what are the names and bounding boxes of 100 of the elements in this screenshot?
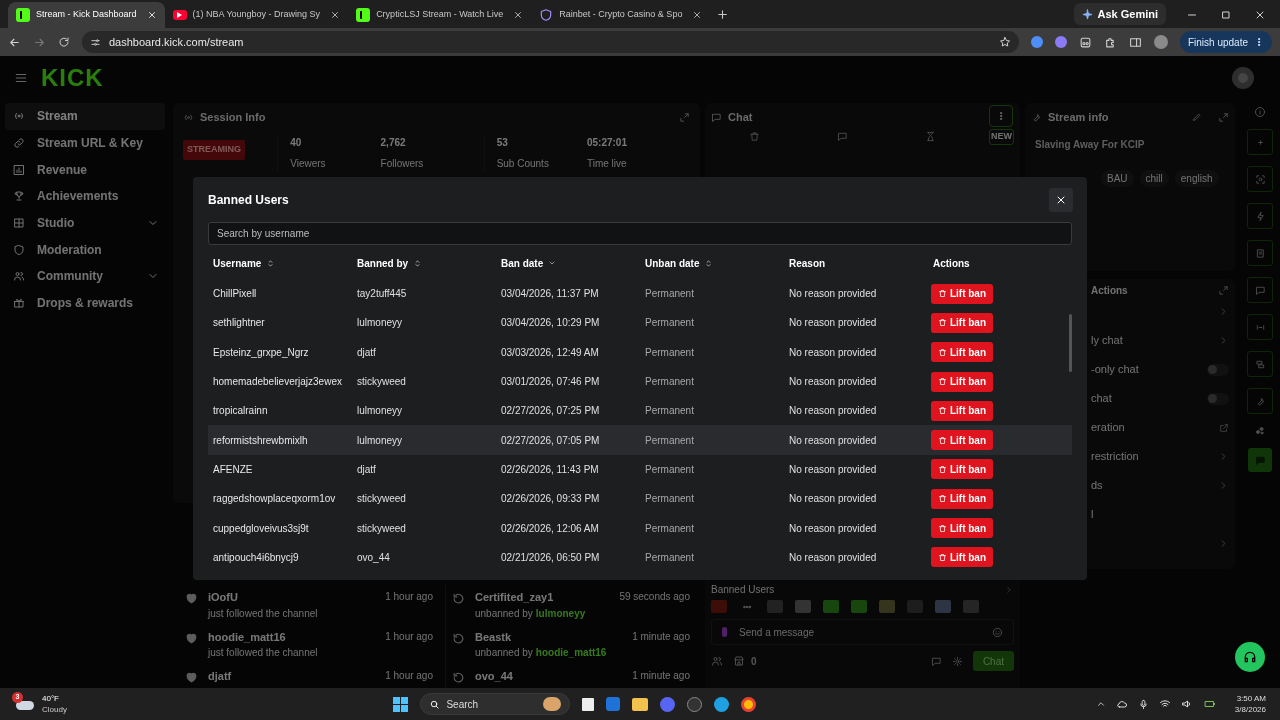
lift-ban-button[interactable]: Lift ban: [931, 430, 993, 451]
task-view-icon[interactable]: [582, 697, 595, 711]
tag-chip[interactable]: chill: [1139, 170, 1169, 187]
table-row[interactable]: ChillPixell tay2tuff445 03/04/2026, 11:37 PM Permanent No reason provided Lift ban: [208, 279, 1072, 309]
table-row[interactable]: cuppedgloveivus3sj9t stickyweed 02/26/2026, 12:06 AM Permanent No reason provided Lift ban: [208, 513, 1072, 543]
coins-icon[interactable]: [1254, 425, 1266, 437]
popout-icon[interactable]: [1218, 111, 1229, 123]
external-link-icon[interactable]: [1219, 422, 1229, 433]
emoji-icon[interactable]: [992, 626, 1003, 638]
close-icon[interactable]: [513, 10, 524, 20]
sidebar-item[interactable]: Drops & rewards: [5, 289, 165, 317]
table-row[interactable]: sethlightner lulmoneyy 03/04/2026, 10:29 PM Permanent No reason provided Lift ban: [208, 308, 1072, 338]
action-label[interactable]: l: [1091, 506, 1094, 523]
speaker-icon[interactable]: [1180, 698, 1193, 710]
close-icon[interactable]: [330, 10, 341, 20]
unbanned-user[interactable]: ovo_44: [475, 668, 513, 685]
rail-button[interactable]: [1247, 240, 1273, 266]
rail-button[interactable]: [1247, 351, 1273, 377]
store-app-icon[interactable]: [606, 697, 621, 711]
column-header[interactable]: Banned by: [352, 255, 496, 271]
help-button[interactable]: [1235, 642, 1265, 672]
column-header[interactable]: Unban date: [640, 255, 784, 271]
hourglass-icon[interactable]: [924, 130, 936, 142]
close-button[interactable]: [1049, 188, 1073, 212]
rail-button[interactable]: [1247, 388, 1273, 414]
sidebar-item[interactable]: Stream URL & Key: [5, 129, 165, 157]
windows-start-icon[interactable]: [393, 696, 409, 712]
column-header[interactable]: Username: [208, 255, 352, 271]
lift-ban-button[interactable]: Lift ban: [931, 283, 993, 304]
app-icon[interactable]: [687, 696, 703, 712]
chevron-right-icon[interactable]: [1004, 585, 1014, 595]
browser-app-icon[interactable]: [714, 696, 730, 712]
maximize-icon[interactable]: [1220, 9, 1232, 21]
puzzle-icon[interactable]: [1103, 35, 1117, 49]
emote-icon[interactable]: [851, 600, 867, 613]
trash-icon[interactable]: [749, 130, 761, 142]
lift-ban-button[interactable]: Lift ban: [931, 547, 993, 568]
table-row[interactable]: Epsteinz_grxpe_Ngrz djatf 03/03/2026, 12:49 AM Permanent No reason provided Lift ban: [208, 337, 1072, 367]
action-label[interactable]: restriction: [1091, 448, 1139, 465]
chat-app-icon[interactable]: [660, 696, 676, 712]
search-field[interactable]: Search by username: [208, 222, 1072, 245]
toggle-switch[interactable]: [1207, 363, 1229, 376]
action-label[interactable]: chat: [1091, 390, 1112, 407]
new-tab-icon[interactable]: [716, 8, 730, 21]
follower-name[interactable]: hoodie_matt16: [208, 628, 286, 645]
rail-button[interactable]: [1247, 129, 1273, 155]
table-row[interactable]: reformistshrewbmixlh lulmoneyy 02/27/2026, 07:05 PM Permanent No reason provided Lift ban: [208, 425, 1072, 455]
store-icon[interactable]: [733, 655, 745, 667]
lift-ban-button[interactable]: Lift ban: [931, 459, 993, 480]
table-row[interactable]: AFENZE djatf 02/26/2026, 11:43 PM Permanent No reason provided Lift ban: [208, 454, 1072, 485]
chat-icon[interactable]: [837, 130, 848, 142]
moderator-link[interactable]: hoodie_matt16: [535, 645, 607, 660]
bookmark-star-icon[interactable]: [998, 36, 1011, 48]
follower-name[interactable]: djatf: [208, 668, 232, 685]
browser-tab[interactable]: Rainbet - Crypto Casino & Spo: [531, 2, 711, 28]
lift-ban-button[interactable]: Lift ban: [931, 312, 993, 333]
tag-chip[interactable]: BAU: [1101, 170, 1134, 187]
rail-button[interactable]: [1247, 166, 1273, 192]
extension-icon[interactable]: [1078, 35, 1092, 49]
cloud-icon[interactable]: [1115, 698, 1128, 710]
column-header[interactable]: Ban date: [496, 255, 640, 271]
sidebar-item[interactable]: Studio: [5, 209, 165, 237]
user-avatar[interactable]: [1232, 67, 1254, 89]
kick-logo[interactable]: KICK: [41, 66, 104, 90]
sidebar-item[interactable]: Moderation: [5, 236, 165, 264]
ask-gemini-button[interactable]: Ask Gemini: [1074, 3, 1166, 25]
profile-avatar[interactable]: [1153, 35, 1168, 49]
rail-button[interactable]: [1248, 448, 1272, 472]
rail-button[interactable]: [1247, 203, 1273, 229]
lift-ban-button[interactable]: Lift ban: [931, 371, 993, 392]
table-row[interactable]: tropicalrainn lulmoneyy 02/27/2026, 07:25 PM Permanent No reason provided Lift ban: [208, 396, 1072, 426]
lift-ban-button[interactable]: Lift ban: [931, 342, 993, 363]
sidebar-item[interactable]: Achievements: [5, 183, 165, 210]
lift-ban-button[interactable]: Lift ban: [931, 518, 993, 538]
extension-icon[interactable]: [1030, 36, 1043, 48]
info-icon[interactable]: [1254, 106, 1266, 118]
message-field[interactable]: Send a message: [711, 619, 1014, 645]
menu-icon[interactable]: [14, 71, 28, 85]
sidebar-item[interactable]: Revenue: [5, 156, 165, 184]
popout-icon[interactable]: [679, 111, 690, 123]
browser-app-icon[interactable]: [741, 696, 757, 712]
sidebar-item[interactable]: Stream: [5, 103, 165, 130]
table-row[interactable]: homemadebelieverjajz3ewex stickyweed 03/01/2026, 07:46 PM Permanent No reason provided Lift ban: [208, 366, 1072, 397]
rail-button[interactable]: [1247, 277, 1273, 303]
wifi-icon[interactable]: [1158, 698, 1171, 710]
scrollbar[interactable]: [1069, 314, 1072, 372]
taskbar-search[interactable]: Search: [420, 693, 571, 715]
action-label[interactable]: -only chat: [1091, 361, 1139, 378]
unbanned-user[interactable]: Beastk: [475, 628, 512, 645]
moderator-link[interactable]: lulmoneyy: [535, 605, 586, 621]
sidebar-icon[interactable]: [1128, 35, 1142, 49]
extension-icon[interactable]: [1054, 36, 1067, 48]
table-row[interactable]: raggedshowplaceqxorm1ov stickyweed 02/26/2026, 09:33 PM Permanent No reason provided Lift ban: [208, 484, 1072, 514]
emote-icon[interactable]: [935, 600, 951, 613]
chat-icon[interactable]: [930, 655, 942, 667]
browser-tab[interactable]: (1) NBA Youngboy - Drawing Sy: [164, 2, 349, 28]
clock[interactable]: 3:50 AM 3/8/2026: [1234, 693, 1266, 715]
close-icon[interactable]: [1254, 9, 1266, 21]
browser-tab[interactable]: Stream - Kick Dashboard: [8, 2, 165, 28]
address-bar[interactable]: dashboard.kick.com/stream: [82, 31, 1019, 53]
